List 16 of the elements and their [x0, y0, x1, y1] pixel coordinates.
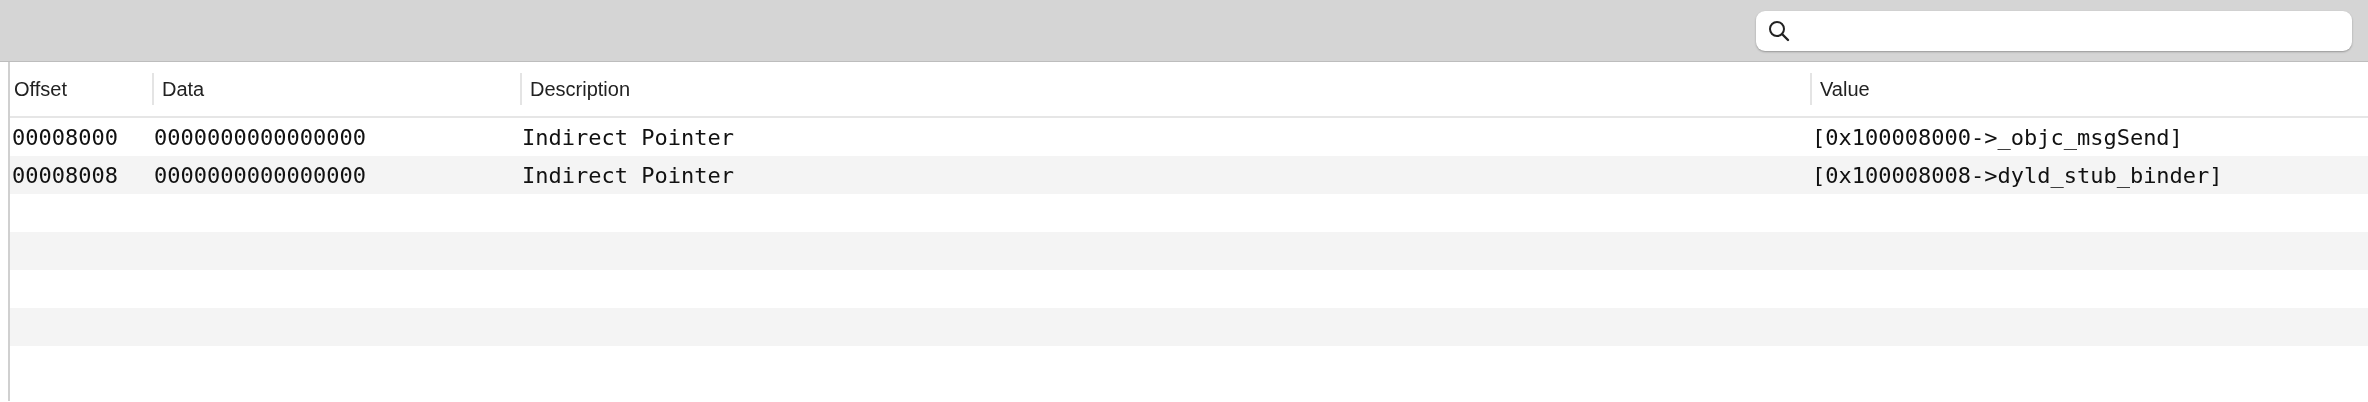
table-row[interactable]: 00008000 0000000000000000 Indirect Pointer [0x100008000->_objc_msgSend]	[10, 118, 2368, 156]
search-icon	[1768, 19, 1790, 42]
table-cell-text: [0x100008000->_objc_msgSend]	[1811, 123, 2184, 152]
column-header[interactable]: Offset	[10, 73, 152, 105]
table-cell-text: 00008008	[11, 161, 119, 190]
column-header[interactable]: Data	[152, 73, 520, 105]
table-cell-text: Indirect Pointer	[521, 123, 735, 152]
column-header[interactable]: Value	[1810, 73, 2368, 105]
column-header[interactable]: Description	[520, 73, 1810, 105]
table-cell-text: [0x100008008->dyld_stub_binder]	[1811, 161, 2224, 190]
table-cell-text: 0000000000000000	[153, 123, 367, 152]
table-cell-text: Indirect Pointer	[521, 161, 735, 190]
search-field[interactable]	[1756, 10, 2352, 51]
table-cell-text: 00008000	[11, 123, 119, 152]
table-cell-text: 0000000000000000	[153, 161, 367, 190]
table-row[interactable]: 00008008 0000000000000000 Indirect Pointer [0x100008008->dyld_stub_binder]	[10, 156, 2368, 194]
